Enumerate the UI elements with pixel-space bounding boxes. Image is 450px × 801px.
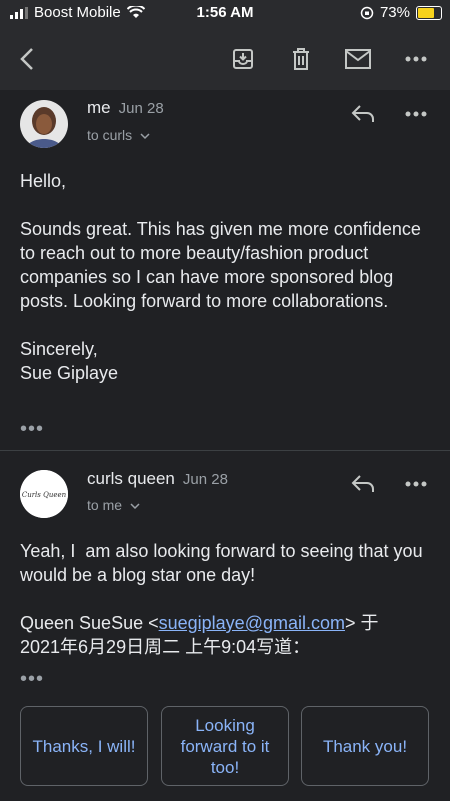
recipient-label: to me [87,497,123,513]
message-more-icon[interactable] [399,97,433,131]
message-more-icon[interactable] [399,467,433,501]
smart-reply-button[interactable]: Thank you! [301,706,429,786]
message-body: Yeah, I am also looking forward to seein… [20,541,428,585]
quote-prefix: Queen SueSue < [20,613,159,633]
recipient-toggle[interactable]: to curls [87,127,150,143]
chevron-down-icon [140,133,150,140]
email-link[interactable]: suegiplaye@gmail.com [159,613,345,633]
reply-icon[interactable] [346,467,380,501]
orientation-lock-icon [360,6,374,19]
message-date: Jun 28 [118,100,164,117]
recipient-toggle[interactable]: to me [87,497,140,513]
recipient-label: to curls [87,127,133,143]
sender-name: curls queen [87,469,175,488]
avatar[interactable]: Curls Queen [20,470,68,518]
status-bar: Boost Mobile 1:56 AM 73% [0,0,450,26]
quote-header: Queen SueSue <suegiplaye@gmail.com> 于 20… [20,611,440,659]
quote-suffix: > 于 [344,613,379,633]
trash-icon[interactable] [284,42,318,76]
mail-icon[interactable] [341,42,375,76]
message-date: Jun 28 [182,471,228,488]
more-icon[interactable] [399,42,433,76]
message-divider [0,450,450,451]
avatar-logo-text: Curls Queen [22,491,67,499]
trimmed-content-toggle[interactable]: ••• [20,418,44,441]
back-arrow-icon[interactable] [10,42,44,76]
sender-name: me [87,98,111,117]
smart-reply-button[interactable]: Looking forward to it too! [161,706,289,786]
toolbar [0,26,450,90]
avatar[interactable] [20,100,68,148]
sender: curls queen Jun 28 [87,469,228,489]
smart-reply-button[interactable]: Thanks, I will! [20,706,148,786]
sender: me Jun 28 [87,98,164,118]
message-body: Hello, Sounds great. This has given me m… [20,171,421,383]
battery-percent: 73% [379,4,410,21]
battery-icon [416,5,442,20]
status-right: 73% [360,4,442,21]
archive-icon[interactable] [226,42,260,76]
reply-icon[interactable] [346,97,380,131]
trimmed-content-toggle[interactable]: ••• [20,668,44,691]
chevron-down-icon [130,503,140,510]
quote-date: 2021年6月29日周二 上午9:04写道： [20,637,311,657]
